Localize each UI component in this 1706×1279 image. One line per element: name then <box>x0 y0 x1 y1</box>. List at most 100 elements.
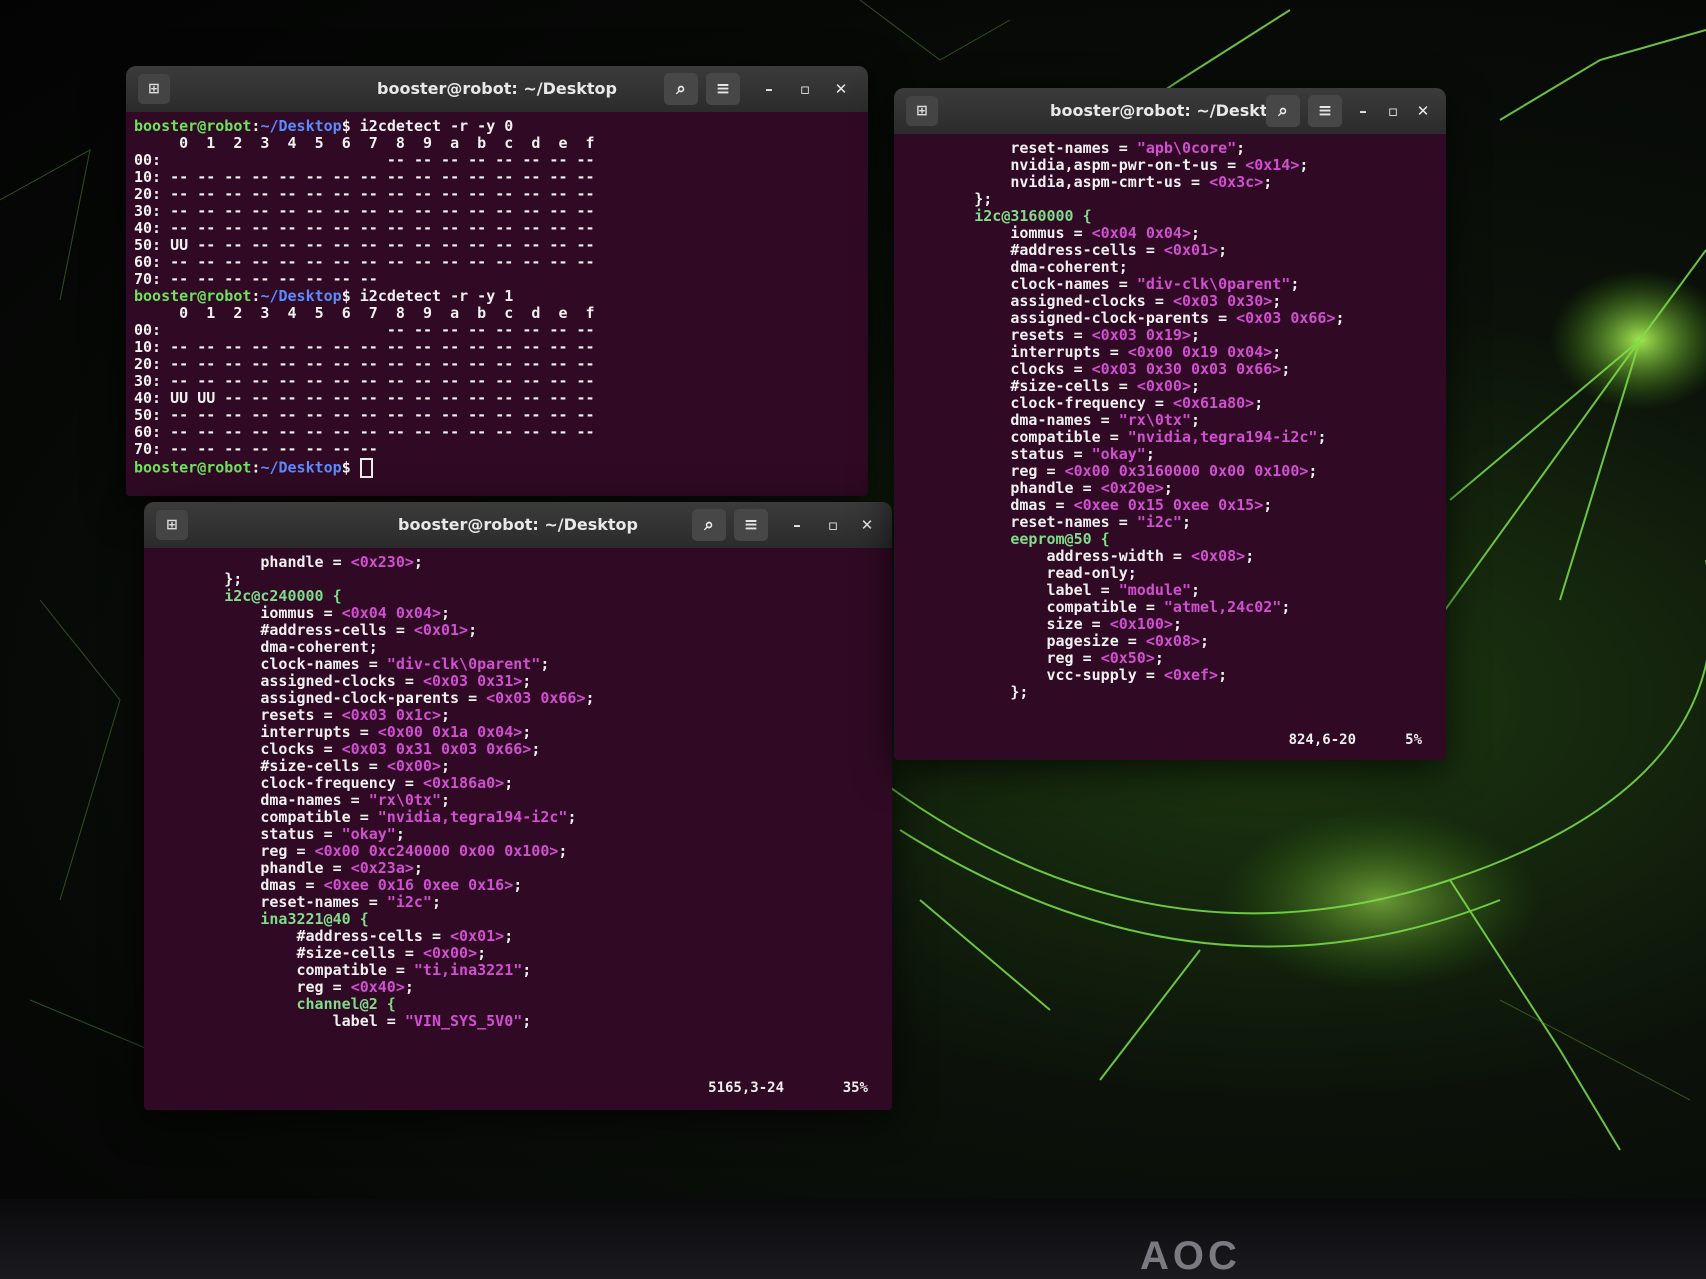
terminal-output[interactable]: booster@robot:~/Desktop$ i2cdetect -r -y… <box>126 112 868 496</box>
dts-property-value: <0x03 0x66> <box>486 689 586 707</box>
minimize-icon[interactable]: – <box>786 514 808 536</box>
dts-property-value: <0x186a0> <box>422 774 505 792</box>
dts-property-key: phandle = <box>1010 479 1101 497</box>
dts-terminator: ; <box>1335 309 1345 327</box>
dts-property-value: <0x04 0x04> <box>341 604 441 622</box>
i2c-table-row: 20: -- -- -- -- -- -- -- -- -- -- -- -- … <box>134 355 595 373</box>
vim-buffer[interactable]: phandle = <0x230>; }; i2c@c240000 { iomm… <box>144 548 892 1110</box>
dts-property-value: <0x03 0x31 0x03 0x66> <box>341 740 532 758</box>
i2c-table-row: 70: -- -- -- -- -- -- -- -- <box>134 440 378 458</box>
titlebar[interactable]: ⊞ booster@robot: ~/Desktop ⌕ ≡ – ▫ ✕ <box>144 502 892 548</box>
close-icon[interactable]: ✕ <box>1412 100 1434 122</box>
dts-property-line: read-only; <box>902 565 1438 582</box>
dts-terminator: ; <box>1218 241 1228 259</box>
terminal-window-i2cdetect[interactable]: ⊞ booster@robot: ~/Desktop ⌕ ≡ – ▫ ✕ boo… <box>126 66 868 496</box>
dts-property-value: "div-clk\0parent" <box>1136 275 1291 293</box>
dts-property-line: #address-cells = <0x01>; <box>152 928 884 945</box>
dts-property-key: reg = <box>1010 462 1065 480</box>
dts-property-line: resets = <0x03 0x1c>; <box>152 707 884 724</box>
dts-terminator: ; <box>513 876 523 894</box>
dts-property-value: <0x01> <box>413 621 469 639</box>
dts-property-key: resets = <box>260 706 342 724</box>
search-icon[interactable]: ⌕ <box>692 509 726 541</box>
dts-property-line: resets = <0x03 0x19>; <box>902 327 1438 344</box>
dts-property-line: assigned-clocks = <0x03 0x31>; <box>152 673 884 690</box>
prompt-line: booster@robot:~/Desktop$ i2cdetect -r -y… <box>134 287 514 305</box>
minimize-icon[interactable]: – <box>1352 100 1374 122</box>
dts-property-value: "module" <box>1118 581 1191 599</box>
vim-buffer[interactable]: reset-names = "apb\0core"; nvidia,aspm-p… <box>894 134 1446 760</box>
vim-cursor-position: 5165,3-24 <box>708 1080 784 1096</box>
dts-property-line: nvidia,aspm-pwr-on-t-us = <0x14>; <box>902 157 1438 174</box>
dts-property-key: nvidia,aspm-pwr-on-t-us = <box>1010 156 1246 174</box>
i2c-table-row: 0 1 2 3 4 5 6 7 8 9 a b c d e f <box>134 304 595 322</box>
close-icon[interactable]: ✕ <box>830 78 852 100</box>
dts-property-value: <0x03 0x30 0x03 0x66> <box>1091 360 1282 378</box>
search-icon[interactable]: ⌕ <box>664 73 698 105</box>
minimize-icon[interactable]: – <box>758 78 780 100</box>
dts-property-key: #size-cells = <box>296 944 423 962</box>
dts-terminator: ; <box>1191 411 1201 429</box>
dts-property-value: <0x230> <box>350 553 414 571</box>
prompt-user: booster@robot <box>134 117 252 135</box>
dts-property-value: "div-clk\0parent" <box>386 655 541 673</box>
titlebar[interactable]: ⊞ booster@robot: ~/Desktop ⌕ ≡ – ▫ ✕ <box>894 88 1446 134</box>
dts-property-key: reg = <box>296 978 351 996</box>
dts-property-key: compatible = <box>1010 428 1128 446</box>
dts-property-value: <0xee 0x15 0xee 0x15> <box>1073 496 1264 514</box>
hamburger-menu-icon[interactable]: ≡ <box>706 73 740 105</box>
search-icon[interactable]: ⌕ <box>1266 95 1300 127</box>
dts-property-line: phandle = <0x230>; <box>152 554 884 571</box>
maximize-icon[interactable]: ▫ <box>794 78 816 100</box>
dts-property-key: status = <box>1010 445 1092 463</box>
dts-property-value: <0x04 0x04> <box>1091 224 1191 242</box>
dts-property-value: "i2c" <box>1136 513 1182 531</box>
terminal-window-dts-3160000[interactable]: ⊞ booster@robot: ~/Desktop ⌕ ≡ – ▫ ✕ res… <box>894 88 1446 760</box>
dts-property-value: <0x00 0xc240000 0x00 0x100> <box>314 842 559 860</box>
dts-property-line: assigned-clocks = <0x03 0x30>; <box>902 293 1438 310</box>
dts-property-value: <0x00 0x1a 0x04> <box>377 723 523 741</box>
dts-property-value: <0x01> <box>1163 241 1219 259</box>
dts-terminator: ; <box>1154 649 1164 667</box>
dts-terminator: ; <box>1254 394 1264 412</box>
titlebar[interactable]: ⊞ booster@robot: ~/Desktop ⌕ ≡ – ▫ ✕ <box>126 66 868 112</box>
prompt-line: booster@robot:~/Desktop$ <box>134 458 860 478</box>
dts-terminator: ; <box>1236 139 1246 157</box>
dts-terminator: ; <box>1200 632 1210 650</box>
dts-property-value: <0x00> <box>422 944 478 962</box>
dts-property-line: dmas = <0xee 0x16 0xee 0x16>; <box>152 877 884 894</box>
prompt-path: ~/Desktop <box>260 287 342 305</box>
dts-property-line: clock-frequency = <0x61a80>; <box>902 395 1438 412</box>
hamburger-menu-icon[interactable]: ≡ <box>1308 95 1342 127</box>
hamburger-menu-icon[interactable]: ≡ <box>734 509 768 541</box>
maximize-icon[interactable]: ▫ <box>1382 100 1404 122</box>
dts-property-key: read-only; <box>1046 564 1137 582</box>
close-icon[interactable]: ✕ <box>856 514 878 536</box>
dts-property-key: clock-names = <box>260 655 387 673</box>
dts-property-value: "okay" <box>341 825 396 843</box>
maximize-icon[interactable]: ▫ <box>822 514 844 536</box>
terminal-window-dts-c240000[interactable]: ⊞ booster@robot: ~/Desktop ⌕ ≡ – ▫ ✕ pha… <box>144 502 892 1110</box>
dts-terminator: ; <box>1290 275 1300 293</box>
